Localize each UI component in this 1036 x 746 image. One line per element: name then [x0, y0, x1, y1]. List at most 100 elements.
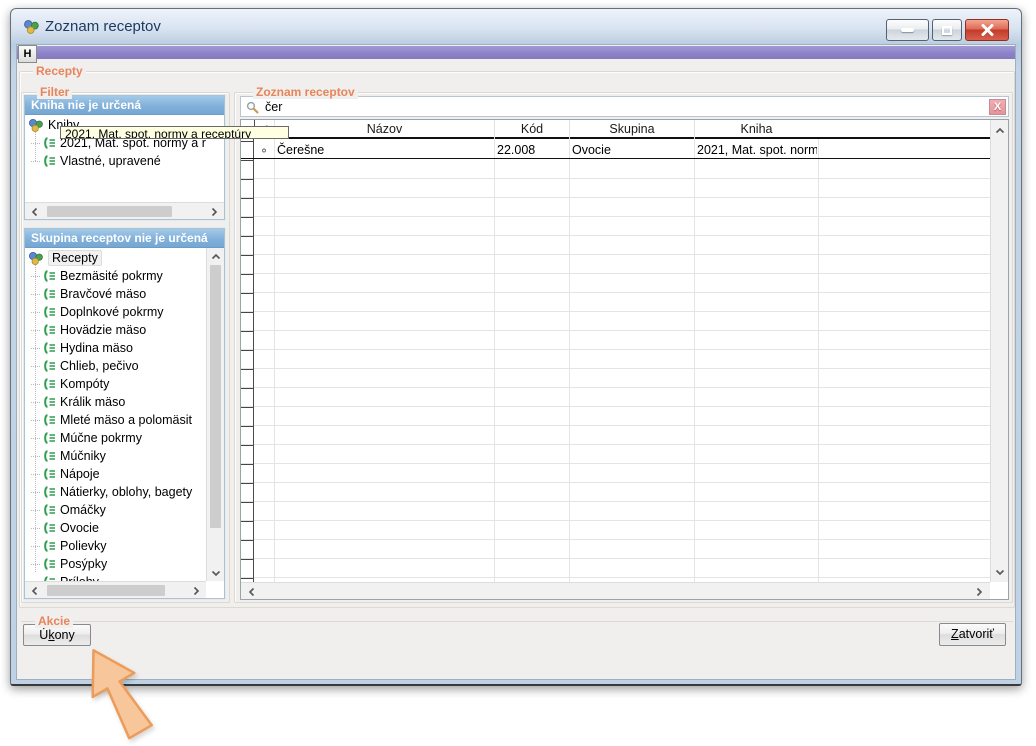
- tree-item-book[interactable]: Vlastné, upravené: [31, 152, 211, 170]
- search-clear-button[interactable]: X: [989, 99, 1006, 115]
- scroll-thumb[interactable]: [47, 206, 172, 217]
- tree-stub: [31, 402, 40, 403]
- tree-item-group[interactable]: Králik mäso: [31, 393, 207, 411]
- table-client: ✓ Názov Kód Skupina Kniha ∘ Čerešne 22.0…: [241, 120, 990, 582]
- tree-item-group[interactable]: Polievky: [31, 537, 207, 555]
- maximize-button[interactable]: [932, 19, 962, 41]
- book-icon: [42, 522, 56, 534]
- tree-item-group[interactable]: Múčniky: [31, 447, 207, 465]
- book-icon: [42, 504, 56, 516]
- tree-item-group[interactable]: Doplnkové pokrmy: [31, 303, 207, 321]
- scroll-thumb[interactable]: [47, 585, 165, 596]
- cell-kniha: 2021, Mat. spot. normy a: [697, 141, 817, 159]
- books-panel: Kniha nie je určená Knihy 2021, Mat. spo…: [24, 95, 225, 220]
- search-icon: [246, 101, 259, 114]
- book-icon: [42, 432, 56, 444]
- book-icon: [42, 378, 56, 390]
- book-icon: [42, 360, 56, 372]
- row-marker-icon: ∘: [254, 141, 274, 159]
- table-grid: [241, 160, 990, 582]
- book-icon: [42, 468, 56, 480]
- tree-stub: [31, 366, 40, 367]
- titlebar: Zoznam receptov: [11, 9, 1021, 45]
- tooltip: 2021, Mat. spot. normy a receptúry: [60, 126, 289, 139]
- book-icon: [42, 288, 56, 300]
- recipes-table: ✓ Názov Kód Skupina Kniha ∘ Čerešne 22.0…: [240, 119, 1009, 600]
- book-icon: [42, 396, 56, 408]
- groupbox-akcie-label: Akcie: [35, 614, 73, 628]
- close-button[interactable]: [965, 19, 1009, 41]
- tree-stub: [31, 384, 40, 385]
- tree-item-group[interactable]: Omáčky: [31, 501, 207, 519]
- tree-item-group[interactable]: Bravčové mäso: [31, 285, 207, 303]
- groups-panel: Skupina receptov nie je určená Recepty B…: [24, 228, 225, 599]
- tree-root-recepty[interactable]: Recepty: [28, 249, 204, 267]
- tree-item-group[interactable]: Chlieb, pečivo: [31, 357, 207, 375]
- book-icon: [42, 324, 56, 336]
- tree-item-group[interactable]: Ovocie: [31, 519, 207, 537]
- scroll-right-icon[interactable]: [188, 583, 204, 598]
- tree-item-group[interactable]: Mleté mäso a polomäsit: [31, 411, 207, 429]
- books-hscrollbar[interactable]: [25, 202, 224, 219]
- tree-stub: [31, 276, 40, 277]
- tree-item-group[interactable]: Nápoje: [31, 465, 207, 483]
- tree-stub: [31, 438, 40, 439]
- book-icon: [42, 137, 56, 149]
- tree-stub: [31, 348, 40, 349]
- tree-stub: [31, 546, 40, 547]
- table-row[interactable]: ∘ Čerešne 22.008 Ovocie 2021, Mat. spot.…: [241, 141, 990, 159]
- book-icon: [42, 558, 56, 570]
- scroll-left-icon[interactable]: [244, 584, 260, 599]
- book-icon: [42, 486, 56, 498]
- minimize-icon: [901, 28, 914, 32]
- scroll-left-icon[interactable]: [27, 583, 43, 598]
- groups-vscrollbar[interactable]: [206, 248, 224, 581]
- tree-item-group[interactable]: Múčne pokrmy: [31, 429, 207, 447]
- close-icon: [981, 24, 994, 36]
- groups-hscrollbar[interactable]: [25, 581, 206, 598]
- tree-item-group[interactable]: Hydina mäso: [31, 339, 207, 357]
- tree-stub: [31, 143, 40, 144]
- column-header-nazov[interactable]: Názov: [274, 120, 494, 139]
- category-icon: [28, 251, 44, 266]
- category-icon: [28, 118, 44, 133]
- scroll-thumb[interactable]: [210, 265, 221, 528]
- book-icon: [42, 155, 56, 167]
- groupbox-zoznam-label: Zoznam receptov: [253, 85, 358, 99]
- table-vscrollbar[interactable]: [990, 120, 1008, 582]
- client-area: H Recepty Filter Zoznam receptov Kniha n…: [17, 45, 1015, 679]
- tree-stub: [31, 474, 40, 475]
- book-icon: [42, 270, 56, 282]
- scroll-right-icon[interactable]: [971, 584, 987, 599]
- book-icon: [42, 540, 56, 552]
- column-header-kod[interactable]: Kód: [494, 120, 569, 139]
- search-input[interactable]: [265, 98, 984, 115]
- tree-item-group[interactable]: Bezmäsité pokrmy: [31, 267, 207, 285]
- scroll-up-icon[interactable]: [992, 123, 1008, 138]
- scroll-down-icon[interactable]: [992, 564, 1008, 579]
- cell-nazov: Čerešne: [277, 141, 491, 159]
- tree-item-group[interactable]: Hovädzie mäso: [31, 321, 207, 339]
- tree-stub: [31, 294, 40, 295]
- book-icon: [42, 342, 56, 354]
- table-hscrollbar[interactable]: [241, 582, 990, 599]
- minimize-button[interactable]: [886, 19, 929, 41]
- cell-skupina: Ovocie: [572, 141, 692, 159]
- groupbox-filter-label: Filter: [37, 85, 72, 99]
- zatvorit-button[interactable]: Zatvoriť: [939, 623, 1006, 646]
- tree-item-group[interactable]: Posýpky: [31, 555, 207, 573]
- scroll-left-icon[interactable]: [27, 204, 43, 219]
- tree-item-group[interactable]: Nátierky, oblohy, bagety: [31, 483, 207, 501]
- tree-stub: [31, 492, 40, 493]
- hotkey-button[interactable]: H: [18, 45, 37, 63]
- scroll-right-icon[interactable]: [206, 204, 222, 219]
- scroll-up-icon[interactable]: [208, 249, 224, 264]
- tree-stub: [31, 312, 40, 313]
- tree-stub: [31, 330, 40, 331]
- window-title: Zoznam receptov: [45, 18, 161, 35]
- scroll-down-icon[interactable]: [208, 565, 224, 580]
- column-header-skupina[interactable]: Skupina: [569, 120, 694, 139]
- tree-item-group[interactable]: Kompóty: [31, 375, 207, 393]
- groupbox-akcie-border: [21, 621, 1013, 622]
- column-header-kniha[interactable]: Kniha: [694, 120, 818, 139]
